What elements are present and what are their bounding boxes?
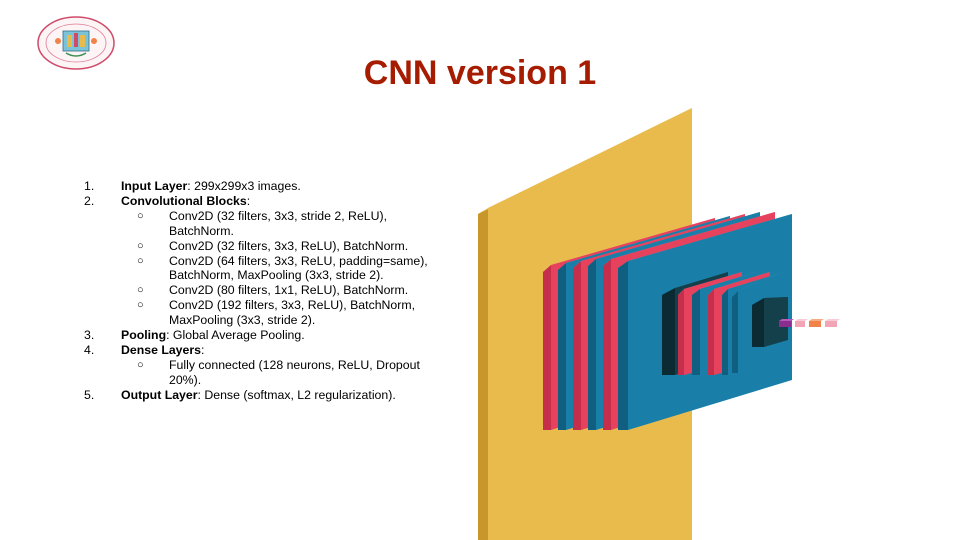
list-number: 3. [84, 328, 95, 343]
sub-item-conv2d-4: ○ Conv2D (80 filters, 1x1, ReLU), BatchN… [84, 283, 474, 298]
item-label: Convolutional Blocks [121, 193, 247, 208]
sub-item-conv2d-5: ○ Conv2D (192 filters, 3x3, ReLU), Batch… [84, 298, 474, 328]
list-item-input-layer: 1. Input Layer: 299x299x3 images. [84, 179, 474, 194]
bullet-icon: ○ [137, 284, 144, 297]
item-text: : Dense (softmax, L2 regularization). [197, 387, 396, 402]
cnn-architecture-diagram [478, 108, 840, 540]
sub-item-line: Conv2D (32 filters, 3x3, stride 2, ReLU)… [169, 208, 388, 223]
list-item-output-layer: 5. Output Layer: Dense (softmax, L2 regu… [84, 388, 474, 403]
sub-item-line: Conv2D (32 filters, 3x3, ReLU), BatchNor… [169, 238, 409, 253]
list-item-convolutional-blocks: 2. Convolutional Blocks: [84, 194, 474, 209]
slide: CNN version 1 1. Input Layer: 299x299x3 … [0, 0, 960, 540]
item-text: : Global Average Pooling. [166, 328, 305, 343]
bullet-icon: ○ [137, 239, 144, 252]
list-item-pooling: 3. Pooling: Global Average Pooling. [84, 328, 474, 343]
sub-item-conv2d-2: ○ Conv2D (32 filters, 3x3, ReLU), BatchN… [84, 239, 474, 254]
sub-item-line: Conv2D (192 filters, 3x3, ReLU), BatchNo… [169, 298, 416, 313]
item-label: Output Layer [121, 387, 198, 402]
dense-node [779, 321, 791, 327]
sub-item-line: Conv2D (64 filters, 3x3, ReLU, padding=s… [169, 253, 428, 268]
item-label: Dense Layers [121, 342, 201, 357]
sub-item-conv2d-1: ○ Conv2D (32 filters, 3x3, stride 2, ReL… [84, 209, 474, 239]
sub-item-line: Conv2D (80 filters, 1x1, ReLU), BatchNor… [169, 283, 409, 298]
item-text: : [200, 342, 205, 357]
sub-item-line: 20%). [169, 372, 202, 387]
item-text: : 299x299x3 images. [187, 179, 301, 193]
page-title: CNN version 1 [363, 54, 597, 92]
sub-item-line: MaxPooling (3x3, stride 2). [169, 313, 316, 328]
list-item-dense-layers: 4. Dense Layers: [84, 343, 474, 358]
dense-node [809, 321, 821, 327]
dense-layers [779, 319, 840, 327]
sub-item-conv2d-3: ○ Conv2D (64 filters, 3x3, ReLU, padding… [84, 254, 474, 284]
bullet-icon: ○ [137, 299, 144, 312]
dense-node [795, 321, 805, 327]
bullet-icon: ○ [137, 254, 144, 267]
bullet-icon: ○ [137, 209, 144, 222]
list-number: 2. [84, 193, 95, 208]
dense-node [825, 321, 837, 327]
sub-item-line: Fully connected (128 neurons, ReLU, Drop… [169, 357, 420, 372]
list-number: 1. [84, 179, 95, 193]
item-text: : [246, 193, 251, 208]
list-number: 5. [84, 387, 95, 402]
sub-item-fully-connected: ○ Fully connected (128 neurons, ReLU, Dr… [84, 358, 474, 388]
item-label: Pooling [121, 328, 167, 343]
item-label: Input Layer [121, 179, 188, 193]
layer-list: 1. Input Layer: 299x299x3 images. 2. Con… [84, 179, 474, 403]
sub-item-line: BatchNorm. [169, 223, 234, 238]
list-number: 4. [84, 342, 95, 357]
sub-item-line: BatchNorm, MaxPooling (3x3, stride 2). [169, 268, 384, 283]
bullet-icon: ○ [137, 358, 144, 371]
